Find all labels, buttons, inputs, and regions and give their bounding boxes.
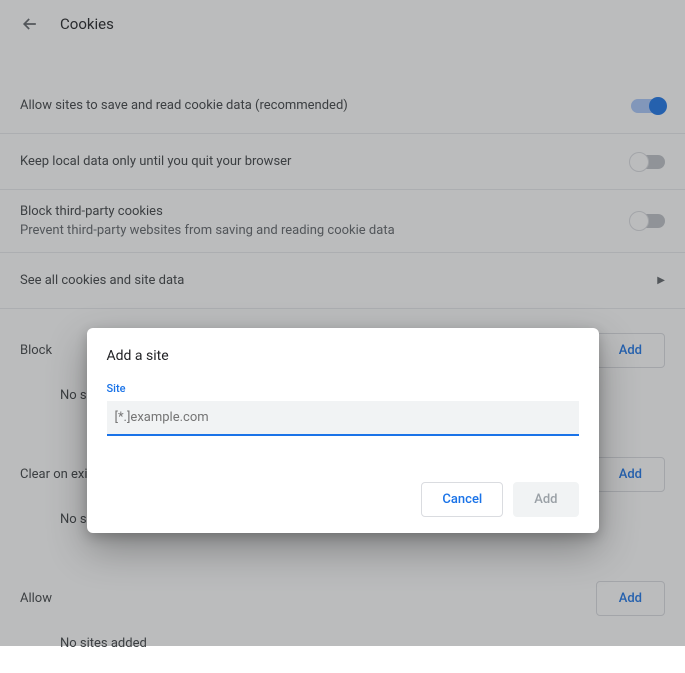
site-field-label: Site	[107, 382, 579, 395]
add-button[interactable]: Add	[513, 482, 578, 517]
add-site-dialog: Add a site Site Cancel Add	[87, 328, 599, 533]
dialog-title: Add a site	[107, 348, 579, 364]
dialog-actions: Cancel Add	[107, 482, 579, 517]
dialog-scrim[interactable]: Add a site Site Cancel Add	[0, 0, 685, 646]
cancel-button[interactable]: Cancel	[421, 482, 503, 517]
site-input[interactable]	[107, 401, 579, 436]
